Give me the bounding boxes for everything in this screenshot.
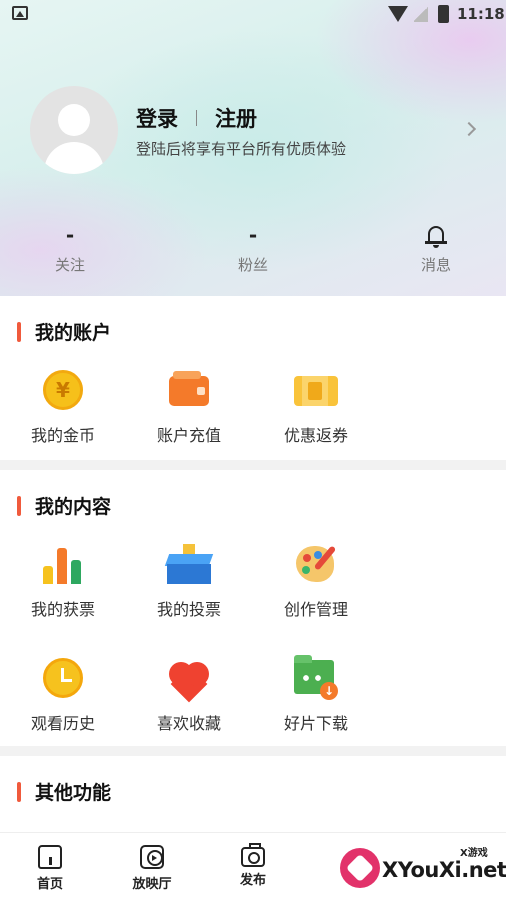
nav-label: 发布 — [239, 873, 266, 888]
coupon-icon — [294, 368, 338, 412]
watch-history-item[interactable]: 观看历史 — [13, 656, 113, 734]
item-label: 我的投票 — [156, 600, 221, 619]
stat-value: - — [65, 223, 75, 247]
avatar-body-icon — [44, 142, 104, 174]
recharge-item[interactable]: 账户充值 — [139, 368, 239, 446]
section-title-text: 其他功能 — [35, 782, 112, 804]
coupons-item[interactable]: 优惠返券 — [266, 368, 366, 446]
account-section: 我的账户 ¥ 我的金币 账户充值 优惠返券 — [0, 296, 506, 460]
item-label: 观看历史 — [30, 714, 95, 733]
wallet-icon — [167, 368, 211, 412]
login-subtitle: 登陆后将享有平台所有优质体验 — [136, 140, 347, 158]
ballot-box-icon — [164, 542, 214, 586]
item-label: 好片下载 — [283, 714, 348, 733]
section-title: 我的内容 — [17, 492, 111, 519]
watermark-logo-icon — [340, 848, 380, 888]
my-tickets-item[interactable]: 我的获票 — [13, 542, 113, 620]
other-section: 其他功能 — [0, 756, 506, 832]
image-notification-icon — [12, 6, 28, 20]
play-icon — [140, 845, 164, 869]
bar-chart-icon — [41, 542, 85, 586]
content-section: 我的内容 我的获票 我的投票 创作管理 观看历史 喜欢收藏 ↓ 好片下载 — [0, 470, 506, 746]
stat-messages[interactable]: 消息 — [391, 224, 481, 275]
wifi-icon — [388, 6, 408, 22]
watermark-small-text: X游戏 — [460, 848, 488, 859]
stat-fans[interactable]: - 粉丝 — [208, 224, 298, 275]
my-votes-item[interactable]: 我的投票 — [139, 542, 239, 620]
signal-icon — [414, 6, 428, 22]
section-title: 我的账户 — [17, 318, 111, 345]
section-accent-bar — [17, 495, 21, 516]
item-label: 账户充值 — [156, 426, 221, 445]
downloads-item[interactable]: ↓ 好片下载 — [266, 655, 366, 734]
watermark-text: XYouXi.net — [382, 858, 506, 882]
heart-icon — [167, 656, 211, 703]
status-time: 11:18 — [457, 5, 505, 23]
section-title: 其他功能 — [17, 778, 111, 805]
stat-label: 消息 — [420, 256, 451, 274]
section-accent-bar — [17, 321, 21, 342]
status-bar: 11:18 — [0, 0, 506, 30]
stat-following[interactable]: - 关注 — [25, 224, 115, 275]
nav-label: 放映厅 — [132, 877, 172, 892]
nav-theater[interactable]: 放映厅 — [122, 845, 182, 892]
login-register-row: 登录 注册 — [136, 104, 257, 132]
section-title-text: 我的内容 — [35, 496, 112, 518]
coin-icon: ¥ — [41, 368, 85, 412]
item-label: 优惠返券 — [283, 426, 348, 445]
stat-value: - — [248, 223, 258, 247]
battery-icon — [438, 5, 449, 23]
item-label: 我的获票 — [30, 600, 95, 619]
palette-icon — [294, 542, 338, 586]
bell-icon — [425, 224, 447, 250]
avatar[interactable] — [30, 86, 118, 174]
avatar-head-icon — [58, 104, 90, 136]
register-link[interactable]: 注册 — [215, 103, 257, 133]
favorites-item[interactable]: 喜欢收藏 — [139, 656, 239, 734]
creation-manage-item[interactable]: 创作管理 — [266, 542, 366, 620]
section-accent-bar — [17, 781, 21, 802]
item-label: 我的金币 — [30, 426, 95, 445]
nav-home[interactable]: 首页 — [20, 845, 80, 892]
stat-label: 关注 — [54, 256, 85, 274]
home-icon — [38, 845, 62, 869]
nav-label: 首页 — [36, 877, 63, 892]
section-title-text: 我的账户 — [35, 322, 112, 344]
camera-icon — [241, 843, 265, 867]
login-link[interactable]: 登录 — [136, 103, 178, 133]
divider — [196, 110, 197, 126]
nav-publish[interactable]: 发布 — [223, 843, 283, 888]
stat-label: 粉丝 — [237, 256, 268, 274]
download-folder-icon: ↓ — [294, 655, 338, 700]
my-coins-item[interactable]: ¥ 我的金币 — [13, 368, 113, 446]
watermark: X游戏 XYouXi.net — [338, 840, 506, 896]
item-label: 喜欢收藏 — [156, 714, 221, 733]
item-label: 创作管理 — [283, 600, 348, 619]
clock-icon — [41, 656, 85, 700]
